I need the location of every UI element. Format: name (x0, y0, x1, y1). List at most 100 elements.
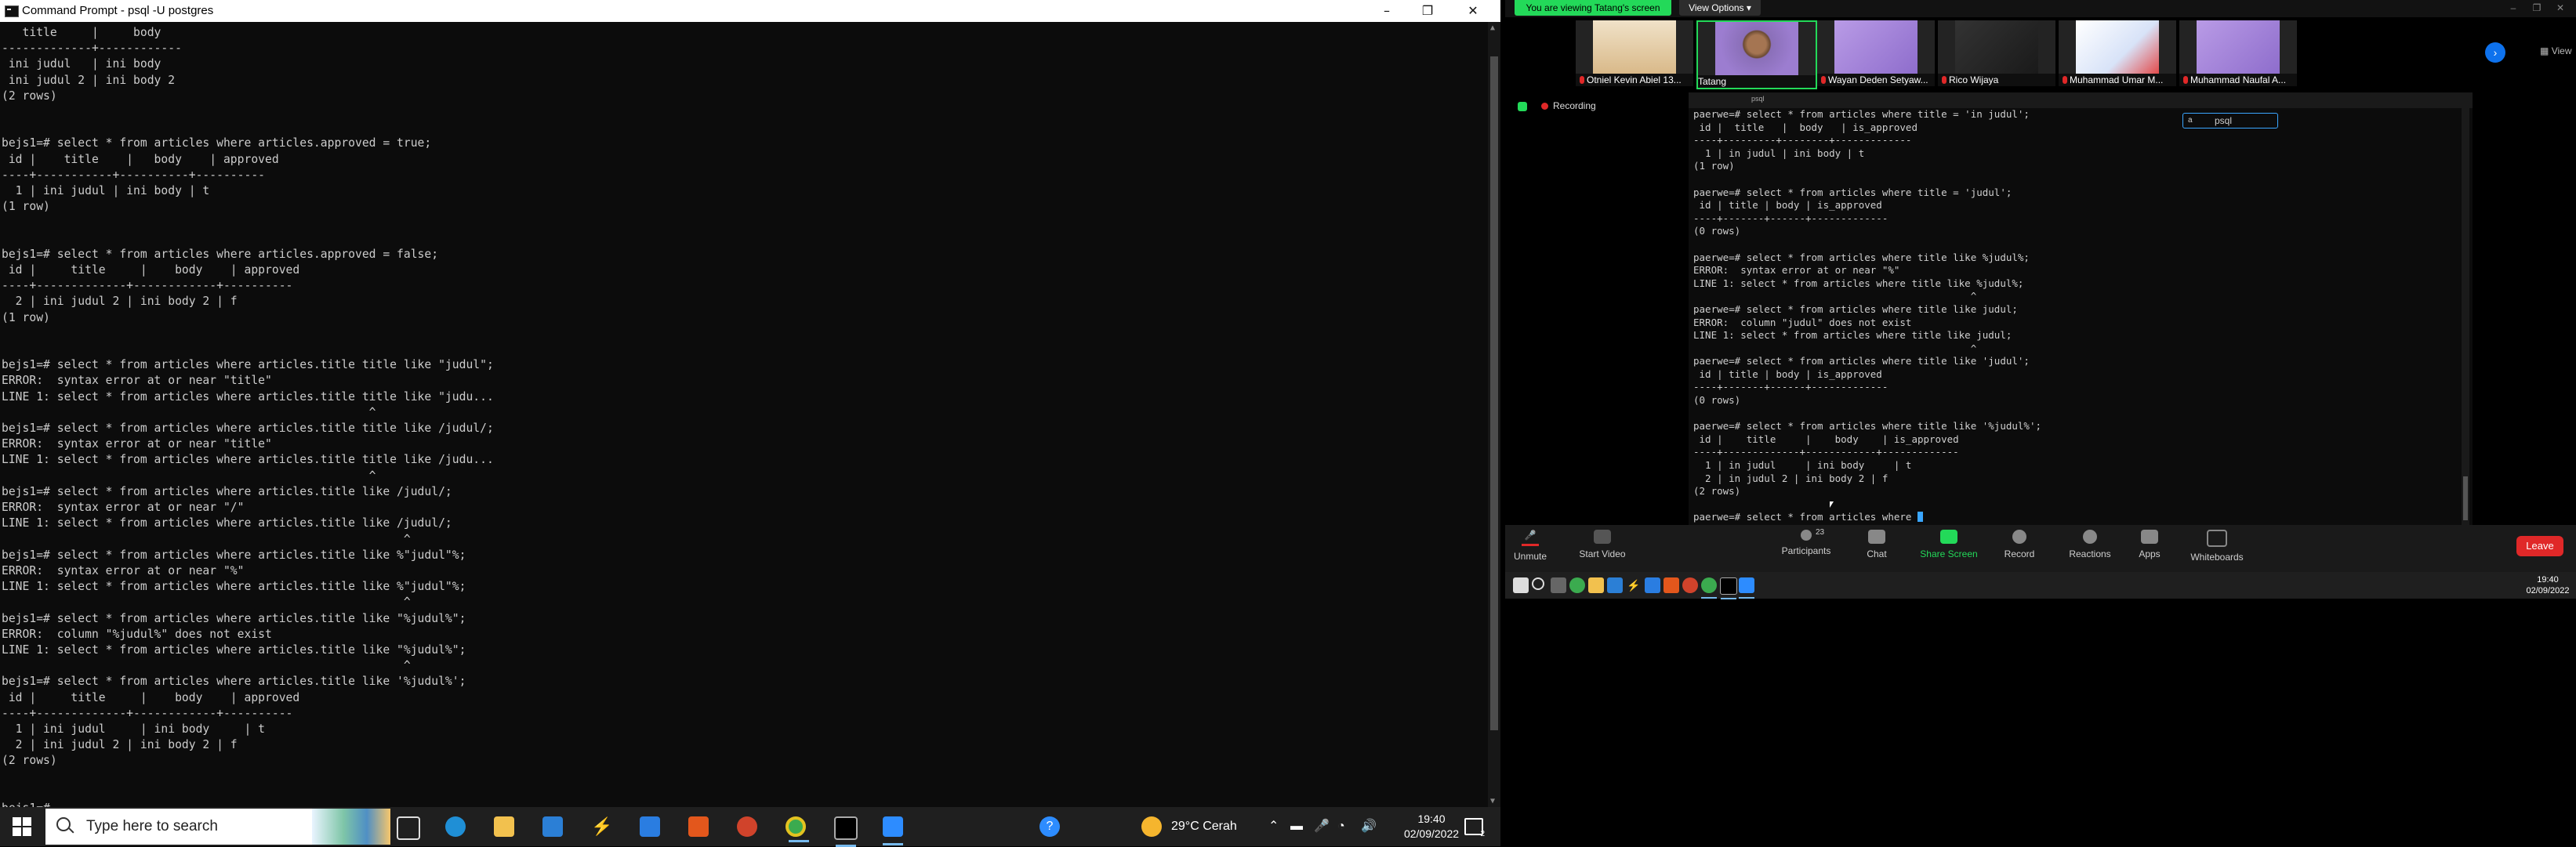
terminal-line: bejs1=# (2, 802, 50, 807)
zoom-top-bar: You are viewing Tatang's screen View Opt… (1505, 0, 2576, 17)
reactions-button[interactable]: Reactions (2059, 530, 2121, 559)
terminal-line: ERROR: syntax error at or near "title" (2, 437, 272, 451)
participant-name: Tatang (1698, 76, 1727, 87)
terminal-line: bejs1=# select * from articles where art… (2, 247, 439, 261)
terminal-line: 1 | ini judul | ini body | t (2, 722, 266, 736)
participants-button[interactable]: 23 Participants (1775, 528, 1838, 556)
terminal-line: bejs1=# select * from articles where art… (2, 136, 432, 150)
muted-mic-icon (1821, 76, 1826, 84)
taskbar-search-box[interactable]: Type here to search (45, 809, 390, 845)
whiteboards-button[interactable]: Whiteboards (2186, 530, 2248, 563)
close-icon[interactable]: ✕ (1453, 0, 1493, 22)
participant-video (2197, 20, 2280, 74)
shared-terminal-line: ----+-------+------+------------- (1693, 381, 1888, 393)
shared-terminal-line: paerwe=# select * from articles where ti… (1693, 420, 2042, 433)
windows-start-icon[interactable] (13, 817, 31, 836)
task-view-icon[interactable] (397, 816, 420, 840)
help-icon[interactable]: ? (1039, 816, 1060, 837)
terminal-line: id | title | body | approved (2, 690, 300, 704)
muted-mic-icon (2183, 76, 2188, 84)
command-prompt-taskbar-icon[interactable] (834, 816, 858, 847)
powerpoint-icon[interactable] (737, 816, 757, 837)
terminal-line: ^ (2, 659, 411, 673)
view-button[interactable]: ▦ View (2540, 45, 2571, 56)
file-explorer-icon[interactable] (494, 816, 514, 837)
record-button[interactable]: Record (1988, 530, 2051, 559)
shared-terminal-icon (1720, 577, 1737, 599)
window-title-bar[interactable]: Command Prompt - psql -U postgres – ❐ ✕ (0, 0, 1500, 22)
shared-terminal-line: LINE 1: select * from articles where tit… (1693, 329, 2012, 342)
participant-tile[interactable]: Muhammad Umar M... (2059, 20, 2176, 86)
terminal-line: LINE 1: select * from articles where art… (2, 642, 466, 657)
zoom-close-icon[interactable]: ✕ (2545, 0, 2576, 16)
participant-strip: Otniel Kevin Abiel 13... Tatang Wayan De… (1505, 17, 2576, 92)
record-icon (2012, 530, 2026, 544)
participant-tile[interactable]: Otniel Kevin Abiel 13... (1576, 20, 1693, 86)
power-automate-icon[interactable]: ⚡ (591, 816, 612, 837)
terminal-line: bejs1=# select * from articles where art… (2, 548, 466, 562)
wifi-icon[interactable]: ◔ (1337, 807, 1345, 846)
terminal-line: (2 rows) (2, 754, 57, 768)
office-icon[interactable] (688, 816, 709, 837)
grid-icon: ▦ (2540, 45, 2549, 56)
chat-label: Chat (1867, 548, 1887, 559)
participant-tile[interactable]: Wayan Deden Setyaw... (1817, 20, 1935, 86)
shared-terminal-line: paerwe=# select * from articles where ti… (1693, 108, 2030, 120)
participant-video (1955, 20, 2038, 74)
weather-text[interactable]: 29°C Cerah (1171, 807, 1237, 846)
weather-icon[interactable] (1141, 816, 1162, 837)
terminal-line: (1 row) (2, 200, 50, 214)
microphone-icon[interactable]: 🎤 (1314, 807, 1330, 846)
terminal-line: bejs1=# select * from articles where art… (2, 358, 494, 372)
chrome-icon[interactable] (785, 816, 809, 842)
volume-icon[interactable]: 🔊 (1361, 807, 1377, 846)
popup-value: psql (2215, 115, 2233, 126)
terminal-line: ----+-------------+------------+--------… (2, 706, 293, 720)
terminal-text: title | body -------------+------------ … (0, 22, 1488, 807)
clock-time: 19:40 (1417, 813, 1446, 825)
terminal-line: -------------+------------ (2, 42, 182, 56)
shared-terminal-line: 2 | in judul 2 | ini body 2 | f (1693, 472, 1888, 484)
view-options-button[interactable]: View Options ▾ (1679, 0, 1761, 16)
start-video-button[interactable]: Start Video (1571, 530, 1634, 559)
scrollbar-thumb[interactable] (1490, 56, 1498, 730)
scroll-down-icon[interactable]: ▼ (1490, 797, 1495, 805)
shared-terminal-line: 1 | in judul | ini body | t (1693, 147, 1865, 159)
chat-button[interactable]: Chat (1845, 530, 1908, 559)
usb-icon[interactable]: ▬ (1290, 807, 1303, 846)
restore-icon[interactable]: ❐ (1408, 0, 1447, 22)
apps-button[interactable]: Apps (2118, 530, 2181, 559)
next-page-arrow-icon[interactable]: › (2485, 42, 2505, 63)
zoom-icon[interactable] (883, 816, 903, 845)
windows-taskbar: Type here to search ⚡ ? 29°C Cerah ⌃ ▬ 🎤… (0, 807, 1500, 847)
minimize-icon[interactable]: – (1367, 0, 1406, 22)
terminal-line: LINE 1: select * from articles where art… (2, 580, 466, 594)
security-shield-icon[interactable] (1518, 102, 1527, 111)
terminal-output[interactable]: title | body -------------+------------ … (0, 22, 1488, 807)
terminal-line: (1 row) (2, 310, 50, 324)
leave-button[interactable]: Leave (2516, 536, 2563, 556)
taskbar-clock[interactable]: 19:40 02/09/2022 (1400, 812, 1463, 842)
shared-terminal-line: paerwe=# select * from articles where ti… (1693, 251, 2030, 263)
shared-powerpoint-icon (1682, 577, 1698, 593)
apps-icon (2141, 530, 2158, 544)
mail-icon[interactable] (640, 816, 660, 837)
hidden-icons-chevron-icon[interactable]: ⌃ (1268, 807, 1279, 846)
recording-indicator[interactable]: Recording (1541, 100, 1596, 111)
share-screen-label: Share Screen (1920, 548, 1978, 559)
zoom-meeting-window: You are viewing Tatang's screen View Opt… (1505, 0, 2576, 846)
edge-icon[interactable] (445, 816, 466, 837)
shared-screen[interactable]: psql paerwe=# select * from articles whe… (1689, 92, 2473, 525)
participant-tile[interactable]: Rico Wijaya (1938, 20, 2055, 86)
shared-terminal-line: ----+---------+--------+------------- (1693, 134, 1912, 147)
share-screen-button[interactable]: Share Screen (1917, 530, 1980, 559)
vertical-scrollbar[interactable]: ▲ ▼ (1488, 22, 1500, 807)
notification-icon[interactable]: 2 (1464, 818, 1485, 838)
participant-tile[interactable]: Muhammad Naufal A... (2179, 20, 2297, 86)
scroll-up-icon[interactable]: ▲ (1490, 24, 1495, 32)
shared-terminal-line: id | title | body | is_approved (1693, 199, 1882, 212)
microsoft-store-icon[interactable] (542, 816, 563, 837)
reactions-label: Reactions (2069, 548, 2111, 559)
unmute-button[interactable]: 🎤 Unmute (1499, 530, 1562, 562)
participant-tile[interactable]: Tatang (1696, 20, 1817, 89)
